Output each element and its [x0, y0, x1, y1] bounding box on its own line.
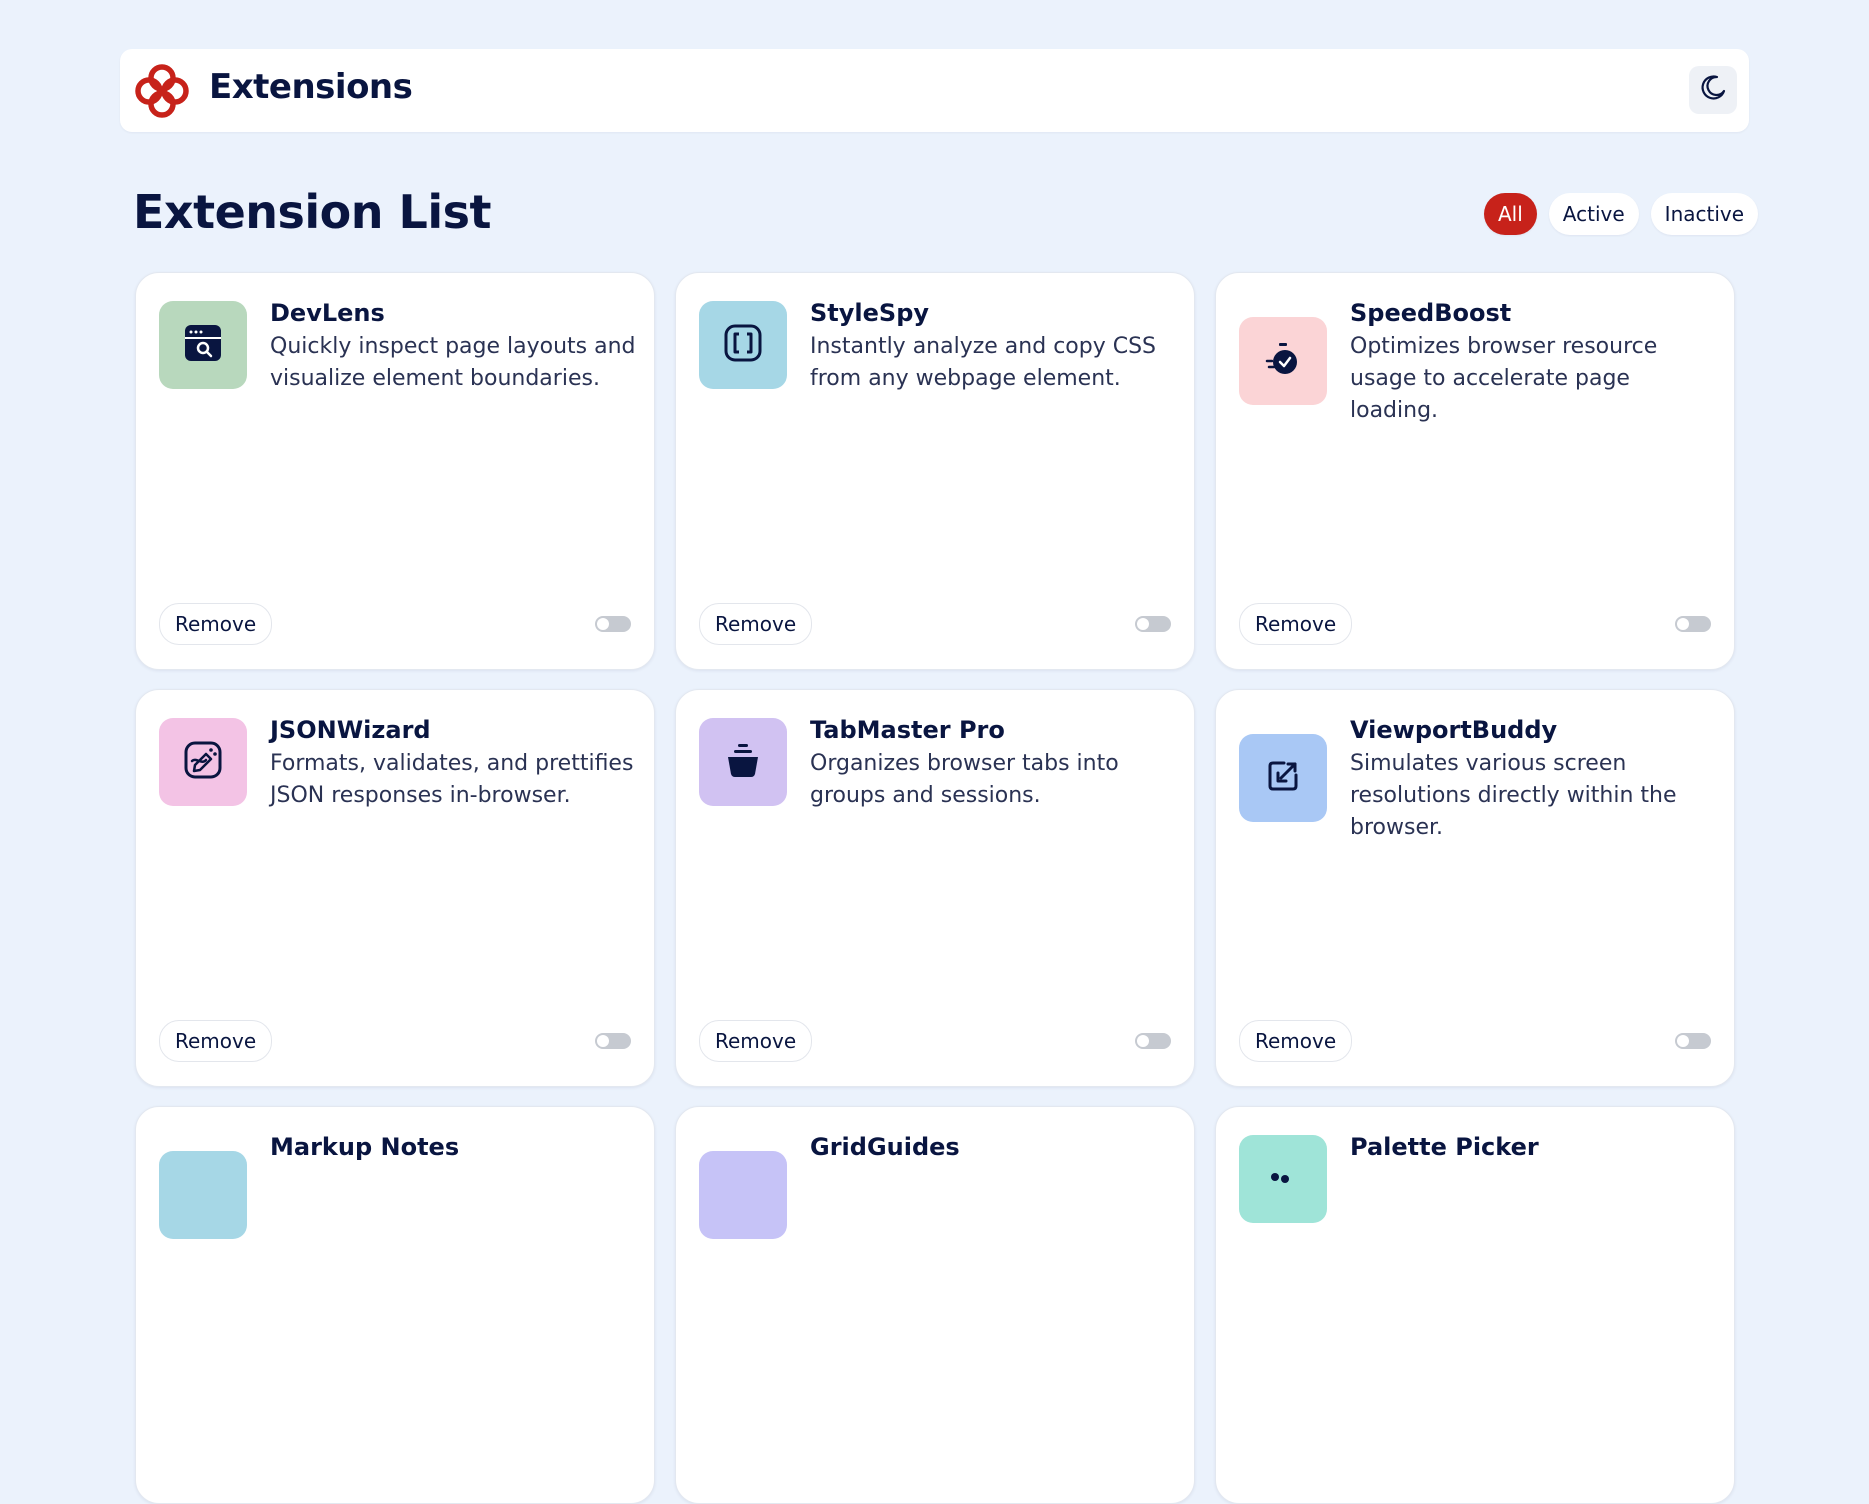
extension-description: Simulates various screen resolutions dir…	[1350, 751, 1677, 840]
extensions-logo-icon	[132, 61, 192, 121]
toggle-knob	[1677, 618, 1689, 630]
extension-name: JSONWizard	[270, 716, 431, 744]
extension-description: Optimizes browser resource usage to acce…	[1350, 334, 1658, 423]
extension-icon-tile	[699, 301, 787, 389]
enable-toggle[interactable]	[1675, 616, 1711, 632]
extension-name: ViewportBuddy	[1350, 716, 1558, 744]
app-header: Extensions	[120, 49, 1749, 132]
toggle-knob	[1137, 618, 1149, 630]
toggle-knob	[1137, 1035, 1149, 1047]
extension-card: StyleSpy Instantly analyze and copy CSS …	[675, 272, 1195, 670]
extension-card: Markup Notes	[135, 1106, 655, 1504]
extension-icon-tile	[1239, 317, 1327, 405]
filter-group: All Active Inactive	[1484, 193, 1759, 235]
toggle-knob	[597, 1035, 609, 1047]
enable-toggle[interactable]	[1135, 616, 1171, 632]
toggle-knob	[597, 618, 609, 630]
extension-card: SpeedBoost Optimizes browser resource us…	[1215, 272, 1735, 670]
theme-toggle-button[interactable]	[1689, 66, 1737, 114]
extension-name: SpeedBoost	[1350, 299, 1512, 327]
remove-button[interactable]: Remove	[159, 603, 273, 645]
remove-button[interactable]: Remove	[1239, 1020, 1353, 1062]
pot-icon	[721, 738, 765, 786]
extension-icon-tile	[159, 301, 247, 389]
remove-button[interactable]: Remove	[1239, 603, 1353, 645]
extension-name: DevLens	[270, 299, 385, 327]
filter-all-button[interactable]: All	[1484, 193, 1537, 235]
enable-toggle[interactable]	[595, 1033, 631, 1049]
extension-icon-tile	[159, 718, 247, 806]
app-brand: Extensions	[209, 67, 413, 107]
extension-icon-tile	[159, 1151, 247, 1239]
extension-card: Palette Picker	[1215, 1106, 1735, 1504]
extension-card: GridGuides	[675, 1106, 1195, 1504]
extension-name: Markup Notes	[270, 1133, 460, 1161]
image-edit-icon	[181, 738, 225, 786]
filter-active-button[interactable]: Active	[1548, 193, 1639, 235]
extension-icon-tile	[699, 718, 787, 806]
enable-toggle[interactable]	[1135, 1033, 1171, 1049]
enable-toggle[interactable]	[595, 616, 631, 632]
extension-name: TabMaster Pro	[810, 716, 1005, 744]
enable-toggle[interactable]	[1675, 1033, 1711, 1049]
extension-name: StyleSpy	[810, 299, 930, 327]
extension-name: GridGuides	[810, 1133, 960, 1161]
extension-icon-tile	[1239, 1135, 1327, 1223]
extension-card: DevLens Quickly inspect page layouts and…	[135, 272, 655, 670]
extension-description: Organizes browser tabs into groups and s…	[810, 751, 1119, 808]
extension-description: Instantly analyze and copy CSS from any …	[810, 334, 1157, 391]
page-title: Extension List	[133, 185, 492, 239]
extension-card: TabMaster Pro Organizes browser tabs int…	[675, 689, 1195, 1087]
palette-icon	[1261, 1155, 1305, 1203]
extension-description: Formats, validates, and prettifies JSON …	[270, 751, 634, 808]
remove-button[interactable]: Remove	[699, 603, 813, 645]
remove-button[interactable]: Remove	[159, 1020, 273, 1062]
extension-card: JSONWizard Formats, validates, and prett…	[135, 689, 655, 1087]
extension-card: ViewportBuddy Simulates various screen r…	[1215, 689, 1735, 1087]
moon-icon	[1698, 73, 1728, 107]
filter-inactive-button[interactable]: Inactive	[1650, 193, 1759, 235]
code-brackets-icon	[721, 321, 765, 369]
extension-icon-tile	[1239, 734, 1327, 822]
resize-arrow-icon	[1261, 754, 1305, 802]
extension-description: Quickly inspect page layouts and visuali…	[270, 334, 636, 391]
toggle-knob	[1677, 1035, 1689, 1047]
extension-icon-tile	[699, 1151, 787, 1239]
remove-button[interactable]: Remove	[699, 1020, 813, 1062]
stopwatch-icon	[1261, 337, 1305, 385]
browser-search-icon	[181, 321, 225, 369]
extension-name: Palette Picker	[1350, 1133, 1539, 1161]
